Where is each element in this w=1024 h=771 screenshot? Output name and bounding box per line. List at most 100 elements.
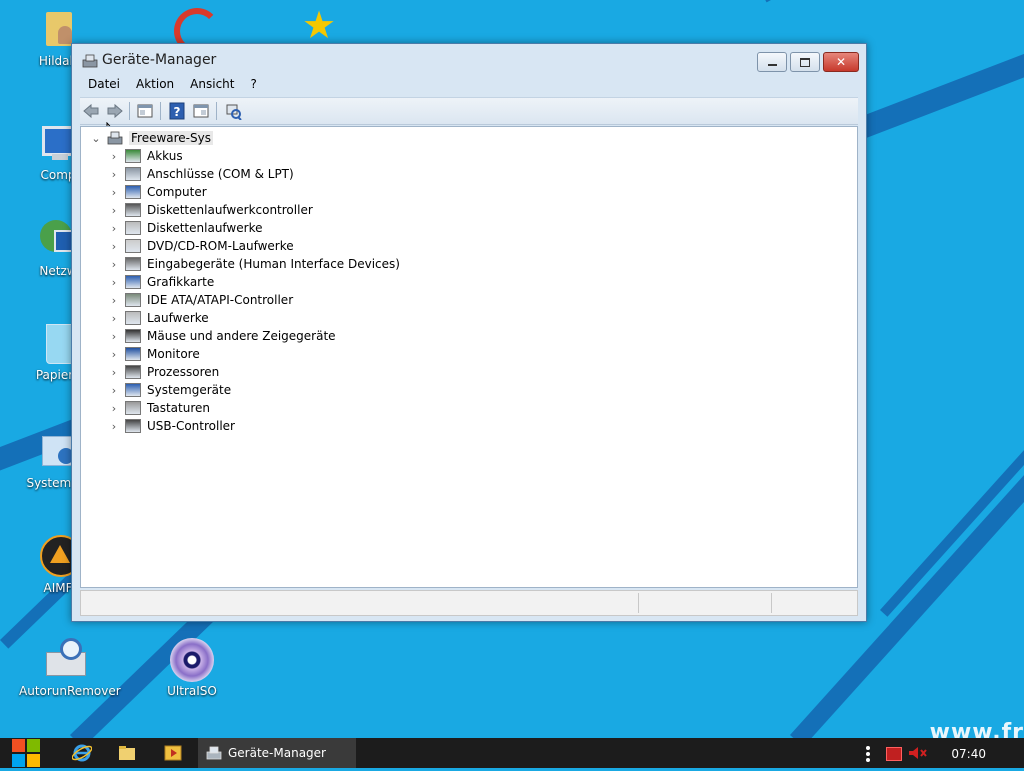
chevron-right-icon[interactable]: › — [109, 348, 119, 361]
clock[interactable]: 07:40 — [951, 747, 986, 761]
tree-item-label: Mäuse und andere Zeigegeräte — [147, 329, 336, 343]
help-button[interactable]: ? — [168, 102, 186, 120]
desktop-icon-autorunremover[interactable]: AutorunRemover — [19, 638, 121, 698]
chevron-right-icon[interactable]: › — [109, 402, 119, 415]
tray-overflow-icon[interactable] — [866, 746, 870, 762]
maximize-button[interactable] — [790, 52, 820, 72]
toolbar-separator — [216, 102, 217, 120]
chevron-right-icon[interactable]: › — [109, 204, 119, 217]
toolbar-separator — [129, 102, 130, 120]
tree-item[interactable]: › Eingabegeräte (Human Interface Devices) — [109, 255, 400, 273]
chevron-right-icon[interactable]: › — [109, 366, 119, 379]
chevron-right-icon[interactable]: › — [109, 330, 119, 343]
tree-item[interactable]: › Computer — [109, 183, 207, 201]
processor-icon — [125, 365, 141, 379]
forward-button[interactable] — [106, 102, 124, 120]
chevron-right-icon[interactable]: › — [109, 276, 119, 289]
disc-icon — [170, 638, 214, 682]
chevron-right-icon[interactable]: › — [109, 312, 119, 325]
usb-icon — [125, 419, 141, 433]
tree-item[interactable]: › Diskettenlaufwerkcontroller — [109, 201, 313, 219]
tree-item[interactable]: › Akkus — [109, 147, 183, 165]
tree-item-label: Computer — [147, 185, 207, 199]
tree-item[interactable]: › Monitore — [109, 345, 200, 363]
tree-item[interactable]: › Tastaturen — [109, 399, 210, 417]
help-icon: ? — [169, 102, 185, 120]
speaker-icon — [909, 747, 927, 759]
tree-item[interactable]: › Prozessoren — [109, 363, 219, 381]
restore-icon — [800, 57, 810, 67]
mouse-icon — [125, 329, 141, 343]
volume-tray-icon[interactable] — [908, 746, 928, 760]
scan-hardware-icon — [226, 104, 242, 121]
chevron-right-icon[interactable]: › — [109, 240, 119, 253]
menu-ansicht[interactable]: Ansicht — [182, 74, 242, 96]
tree-item[interactable]: › USB-Controller — [109, 417, 235, 435]
media-player-button[interactable] — [164, 742, 182, 764]
tree-item[interactable]: › Grafikkarte — [109, 273, 214, 291]
tree-item-label: Prozessoren — [147, 365, 220, 379]
svg-text:?: ? — [174, 105, 181, 119]
taskbar: Geräte-Manager 07:40 — [0, 738, 1024, 768]
chevron-right-icon[interactable]: › — [109, 420, 119, 433]
tree-item-label: Monitore — [147, 347, 200, 361]
file-explorer-button[interactable] — [118, 742, 136, 764]
menu-aktion[interactable]: Aktion — [128, 74, 182, 96]
chevron-right-icon[interactable]: › — [109, 258, 119, 271]
menu-help[interactable]: ? — [242, 74, 264, 96]
status-bar — [80, 590, 858, 616]
back-button[interactable] — [82, 102, 100, 120]
tree-item[interactable]: › Diskettenlaufwerke — [109, 219, 262, 237]
chevron-right-icon[interactable]: › — [109, 150, 119, 163]
title-bar[interactable]: Geräte-Manager ✕ — [72, 44, 866, 74]
taskbar-item-device-manager[interactable]: Geräte-Manager — [198, 738, 356, 768]
tree-item-label: DVD/CD-ROM-Laufwerke — [147, 239, 294, 253]
forward-icon — [107, 103, 123, 119]
device-tree: ⌄ Freeware-Sys › Akkus › Anschlüsse (COM & … — [80, 126, 858, 588]
status-separator — [771, 593, 772, 613]
tree-item-label: Diskettenlaufwerke — [147, 221, 263, 235]
dvd-drive-icon — [125, 239, 141, 253]
network-tray-icon[interactable] — [886, 747, 902, 761]
keyboard-icon — [125, 401, 141, 415]
close-button[interactable]: ✕ — [823, 52, 859, 72]
device-manager-window: Geräte-Manager ✕ Datei Aktion Ansicht ? … — [71, 43, 867, 622]
view-button[interactable] — [192, 102, 210, 120]
desktop-icon-ultraiso[interactable]: UltraISO — [147, 638, 237, 698]
tree-item-label: Grafikkarte — [147, 275, 215, 289]
tree-item[interactable]: › DVD/CD-ROM-Laufwerke — [109, 237, 294, 255]
ide-controller-icon — [125, 293, 141, 307]
computer-icon — [125, 185, 141, 199]
hid-icon — [125, 257, 141, 271]
chevron-down-icon[interactable]: ⌄ — [91, 132, 101, 145]
tree-item-label: Systemgeräte — [147, 383, 232, 397]
chevron-right-icon[interactable]: › — [109, 384, 119, 397]
explorer-icon — [119, 746, 135, 760]
properties-button[interactable] — [136, 102, 154, 120]
star-icon[interactable]: ★ — [296, 6, 342, 44]
tree-item[interactable]: › Laufwerke — [109, 309, 209, 327]
tree-item[interactable]: › Systemgeräte — [109, 381, 231, 399]
internet-explorer-button[interactable] — [71, 742, 93, 764]
tree-item[interactable]: › Mäuse und andere Zeigegeräte — [109, 327, 336, 345]
close-icon: ✕ — [835, 55, 847, 69]
tree-root[interactable]: ⌄ Freeware-Sys — [91, 129, 213, 147]
floppy-controller-icon — [125, 203, 141, 217]
tree-item-label: Eingabegeräte (Human Interface Devices) — [147, 257, 400, 271]
toolbar: ? — [80, 97, 858, 141]
tree-item[interactable]: › IDE ATA/ATAPI-Controller — [109, 291, 293, 309]
tree-item-label: Akkus — [147, 149, 183, 163]
chevron-right-icon[interactable]: › — [109, 222, 119, 235]
partial-desktop-icon[interactable] — [168, 6, 220, 54]
chevron-right-icon[interactable]: › — [109, 294, 119, 307]
chevron-right-icon[interactable]: › — [109, 168, 119, 181]
properties-icon — [137, 104, 153, 118]
start-button[interactable] — [10, 738, 42, 768]
floppy-drive-icon — [125, 221, 141, 235]
minimize-button[interactable] — [757, 52, 787, 72]
scan-hardware-button[interactable] — [224, 102, 242, 121]
menu-datei[interactable]: Datei — [80, 74, 128, 96]
tree-item[interactable]: › Anschlüsse (COM & LPT) — [109, 165, 294, 183]
chevron-right-icon[interactable]: › — [109, 186, 119, 199]
start-icon — [12, 739, 40, 767]
